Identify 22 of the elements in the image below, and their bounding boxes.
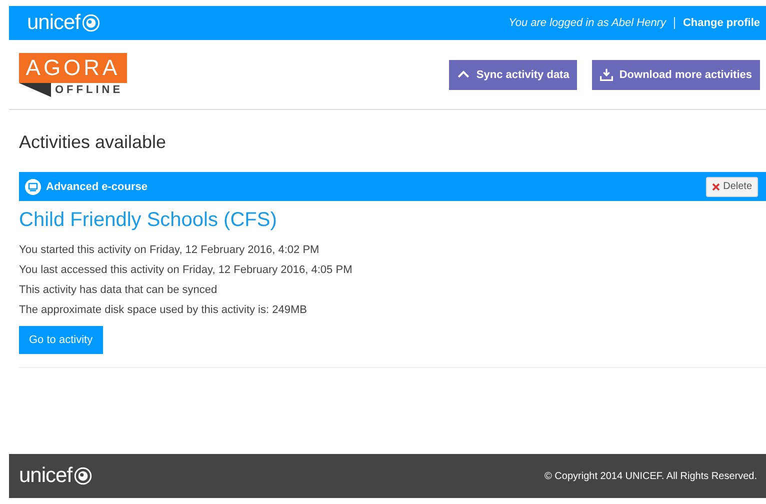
activity-title: Child Friendly Schools (CFS) — [19, 209, 278, 232]
monitor-icon — [25, 178, 41, 194]
brand-logo-text: unicef — [19, 464, 72, 488]
activity-detail: You started this activity on Friday, 12 February 2016, 4:02 PM — [19, 243, 320, 258]
logo-title: AGORA — [19, 52, 127, 82]
change-profile-link[interactable]: Change profile — [674, 17, 760, 29]
download-button[interactable]: Download more activities — [592, 60, 760, 90]
page-heading: Activities available — [19, 132, 168, 153]
delete-button[interactable]: Delete — [706, 176, 758, 196]
download-icon — [600, 68, 614, 81]
activity-detail: This activity has data that can be synced — [19, 283, 218, 298]
sync-button[interactable]: Sync activity data — [449, 60, 578, 90]
brand-logo-text: unicef — [27, 11, 80, 35]
close-icon — [712, 182, 720, 190]
go-to-activity-button[interactable]: Go to activity — [19, 326, 103, 354]
copyright-text: © Copyright 2014 UNICEF. All Rights Reserved. — [544, 470, 757, 482]
wedge-icon — [19, 82, 51, 96]
login-status: You are logged in as Abel Henry — [508, 17, 675, 29]
activity-detail: The approximate disk space used by this activity is: 249MB — [19, 303, 308, 318]
activity-detail: You last accessed this activity on Friday, 12 February 2016, 4:05 PM — [19, 263, 354, 278]
logo-subtitle: OFFLINE — [55, 84, 124, 96]
activity-type: Advanced e-course — [46, 180, 148, 192]
